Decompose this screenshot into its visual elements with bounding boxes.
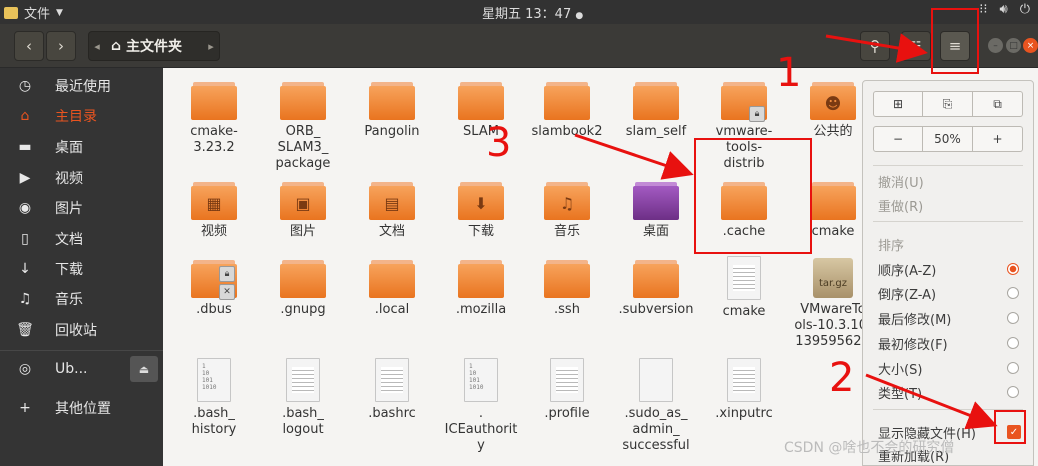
arrow-to-show-hidden xyxy=(865,373,998,430)
annotation-number-1: 1 xyxy=(776,50,802,96)
annotation-box-cache xyxy=(694,138,812,254)
annotation-arrows xyxy=(574,33,998,430)
arrow-to-menu-button xyxy=(825,33,928,63)
annotation-box-checkbox xyxy=(994,410,1026,444)
annotation-number-3: 3 xyxy=(486,120,512,166)
arrow-to-cache-folder xyxy=(574,133,694,180)
annotation-box-menu xyxy=(931,8,979,74)
annotation-number-2: 2 xyxy=(829,355,855,401)
watermark: CSDN @啥也不会的研究僧 xyxy=(784,440,955,456)
